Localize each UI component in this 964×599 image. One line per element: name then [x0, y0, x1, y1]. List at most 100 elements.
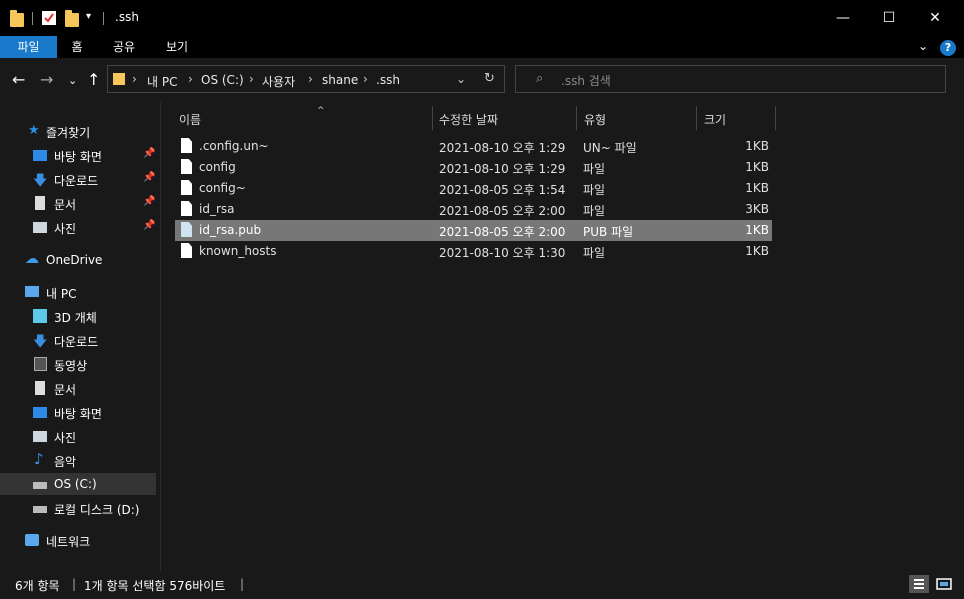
column-divider[interactable]	[432, 106, 433, 130]
sidebar-item-pictures[interactable]: 사진 📌	[0, 216, 156, 238]
column-label: 크기	[704, 113, 727, 127]
column-divider[interactable]	[775, 106, 776, 130]
sidebar-item-pictures-pc[interactable]: 사진	[0, 425, 156, 447]
file-size: 1KB	[745, 223, 769, 237]
sidebar-item-local-disk-d[interactable]: 로컬 디스크 (D:)	[0, 497, 156, 519]
sidebar-item-label: 다운로드	[54, 335, 99, 349]
sidebar-item-label: 사진	[54, 431, 77, 445]
details-view-button[interactable]	[909, 575, 929, 593]
pin-icon[interactable]: 📌	[143, 148, 155, 159]
file-type: UN~ 파일	[583, 141, 637, 155]
star-icon: ★	[28, 123, 40, 138]
breadcrumb-this-pc[interactable]: 내 PC	[147, 73, 177, 90]
desktop-icon	[33, 407, 47, 418]
download-icon: 🡇	[33, 334, 48, 350]
window-title: .ssh	[115, 10, 139, 24]
table-row[interactable]: config 2021-08-10 오후 1:29 파일 1KB	[175, 157, 772, 178]
column-divider[interactable]	[576, 106, 577, 130]
pin-icon[interactable]: 📌	[143, 220, 155, 231]
sidebar-item-downloads-pc[interactable]: 🡇 다운로드	[0, 329, 156, 351]
tab-file[interactable]: 파일	[0, 36, 57, 58]
file-list: ^ 이름 수정한 날짜 유형 크기 .config.un~ 2021-08-10…	[161, 102, 964, 571]
maximize-button[interactable]: ☐	[866, 0, 912, 36]
table-row[interactable]: known_hosts 2021-08-10 오후 1:30 파일 1KB	[175, 241, 772, 262]
table-row[interactable]: .config.un~ 2021-08-10 오후 1:29 UN~ 파일 1K…	[175, 136, 772, 157]
file-name: .config.un~	[199, 139, 269, 153]
file-modified: 2021-08-10 오후 1:30	[439, 246, 566, 260]
breadcrumb-drive[interactable]: OS (C:)	[201, 73, 244, 87]
selection-info: 1개 항목 선택함 576바이트	[84, 579, 226, 593]
column-header-size[interactable]: 크기	[704, 107, 774, 131]
status-divider: |	[72, 577, 77, 591]
pin-icon[interactable]: 📌	[143, 172, 155, 183]
file-icon	[181, 138, 192, 153]
file-icon	[181, 180, 192, 195]
breadcrumb-user[interactable]: shane	[322, 73, 358, 87]
table-row[interactable]: config~ 2021-08-05 오후 1:54 파일 1KB	[175, 178, 772, 199]
music-icon: ♪	[34, 450, 44, 468]
sidebar-item-label: 3D 개체	[54, 311, 97, 325]
column-header-modified[interactable]: 수정한 날짜	[439, 107, 577, 131]
breadcrumb-separator: ›	[132, 72, 137, 86]
desktop-icon	[33, 150, 47, 161]
sidebar-item-documents[interactable]: 문서 📌	[0, 192, 156, 214]
column-divider[interactable]	[696, 106, 697, 130]
status-divider: |	[240, 577, 245, 591]
sidebar-item-onedrive[interactable]: ☁ OneDrive	[0, 249, 156, 271]
help-button[interactable]: ?	[940, 40, 956, 56]
breadcrumb-current[interactable]: .ssh	[376, 73, 400, 87]
pin-icon[interactable]: 📌	[143, 196, 155, 207]
recent-locations-icon[interactable]: ⌄	[68, 72, 77, 90]
sidebar-item-label: 음악	[54, 455, 77, 469]
new-folder-icon[interactable]	[65, 10, 79, 27]
sidebar-item-os-c[interactable]: OS (C:)	[0, 473, 156, 495]
file-modified: 2021-08-10 오후 1:29	[439, 162, 566, 176]
folder-icon	[10, 10, 24, 27]
file-name: config	[199, 160, 236, 174]
download-icon: 🡇	[33, 173, 48, 189]
back-icon[interactable]: ←	[12, 71, 25, 89]
sidebar-item-desktop[interactable]: 바탕 화면 📌	[0, 144, 156, 166]
column-header-type[interactable]: 유형	[584, 107, 696, 131]
address-bar[interactable]: › 내 PC › OS (C:) › 사용자 › shane › .ssh ⌄ …	[107, 65, 505, 93]
file-size: 1KB	[745, 139, 769, 153]
up-icon[interactable]: ↑	[87, 71, 100, 89]
properties-icon[interactable]	[42, 11, 56, 25]
search-box[interactable]: ⌕ .ssh 검색	[515, 65, 946, 93]
address-dropdown-icon[interactable]: ⌄	[456, 72, 466, 86]
large-icons-view-button[interactable]	[934, 575, 954, 593]
sidebar-item-label: 다운로드	[54, 174, 99, 188]
tab-home[interactable]: 홈	[60, 36, 94, 58]
sidebar-item-documents-pc[interactable]: 문서	[0, 377, 156, 399]
expand-ribbon-icon[interactable]: ⌄	[918, 39, 928, 53]
table-row[interactable]: id_rsa 2021-08-05 오후 2:00 파일 3KB	[175, 199, 772, 220]
sidebar-item-desktop-pc[interactable]: 바탕 화면	[0, 401, 156, 423]
sidebar-item-downloads[interactable]: 🡇 다운로드 📌	[0, 168, 156, 190]
column-label: 수정한 날짜	[439, 113, 499, 127]
ribbon-tabs: 파일 홈 공유 보기 ⌄	[0, 36, 964, 58]
sidebar-item-quick-access[interactable]: ★ 즐겨찾기	[0, 120, 156, 142]
sort-ascending-icon: ^	[317, 106, 325, 116]
tab-view[interactable]: 보기	[156, 36, 198, 58]
table-row-selected[interactable]: id_rsa.pub 2021-08-05 오후 2:00 PUB 파일 1KB	[175, 220, 772, 241]
search-icon: ⌕	[536, 71, 544, 86]
column-header-name[interactable]: ^ 이름	[179, 106, 433, 131]
search-input[interactable]: .ssh 검색	[561, 72, 611, 89]
sidebar-item-network[interactable]: 네트워크	[0, 529, 156, 551]
customize-quick-access-icon[interactable]: ▾	[86, 11, 91, 22]
sidebar-item-music[interactable]: ♪ 음악	[0, 449, 156, 471]
sidebar-item-videos[interactable]: 동영상	[0, 353, 156, 375]
file-size: 1KB	[745, 160, 769, 174]
sidebar-item-label: 사진	[54, 222, 77, 236]
sidebar-item-this-pc[interactable]: 내 PC	[0, 281, 156, 303]
tab-share[interactable]: 공유	[104, 36, 144, 58]
forward-icon[interactable]: →	[40, 71, 53, 89]
close-button[interactable]: ✕	[912, 0, 958, 36]
breadcrumb-separator: ›	[188, 72, 193, 86]
minimize-button[interactable]: —	[820, 0, 866, 36]
sidebar-item-label: 즐겨찾기	[46, 126, 91, 140]
breadcrumb-users[interactable]: 사용자	[262, 73, 295, 90]
file-size: 1KB	[745, 244, 769, 258]
refresh-icon[interactable]: ↻	[484, 71, 495, 86]
sidebar-item-3d-objects[interactable]: 3D 개체	[0, 305, 156, 327]
